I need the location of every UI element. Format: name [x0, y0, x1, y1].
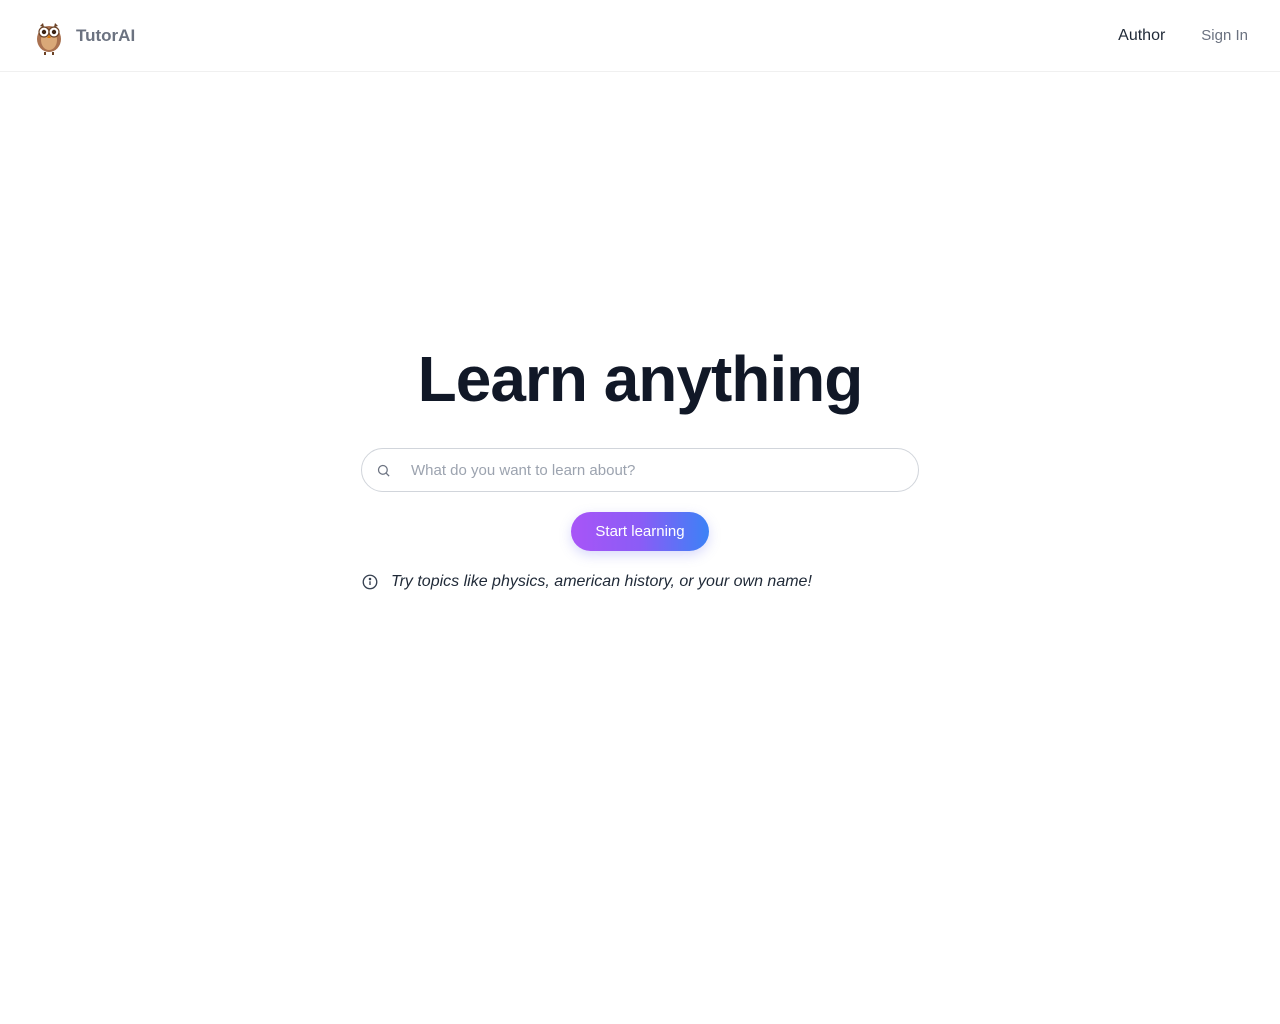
- author-link[interactable]: Author: [1118, 27, 1165, 45]
- main: Learn anything Start learning Try topics…: [0, 72, 1280, 591]
- search-box[interactable]: [361, 448, 919, 492]
- header: TutorAI Author Sign In: [0, 0, 1280, 72]
- start-learning-button[interactable]: Start learning: [571, 512, 708, 551]
- search-icon: [376, 463, 391, 478]
- search-input[interactable]: [411, 462, 904, 479]
- signin-link[interactable]: Sign In: [1201, 27, 1248, 44]
- info-icon: [361, 573, 379, 591]
- page-title: Learn anything: [418, 342, 863, 416]
- hint-text: Try topics like physics, american histor…: [391, 573, 812, 591]
- brand-name: TutorAI: [76, 26, 135, 46]
- hint-row: Try topics like physics, american histor…: [361, 573, 919, 591]
- brand[interactable]: TutorAI: [32, 17, 135, 55]
- owl-logo-icon: [32, 17, 66, 55]
- nav-right: Author Sign In: [1118, 27, 1248, 45]
